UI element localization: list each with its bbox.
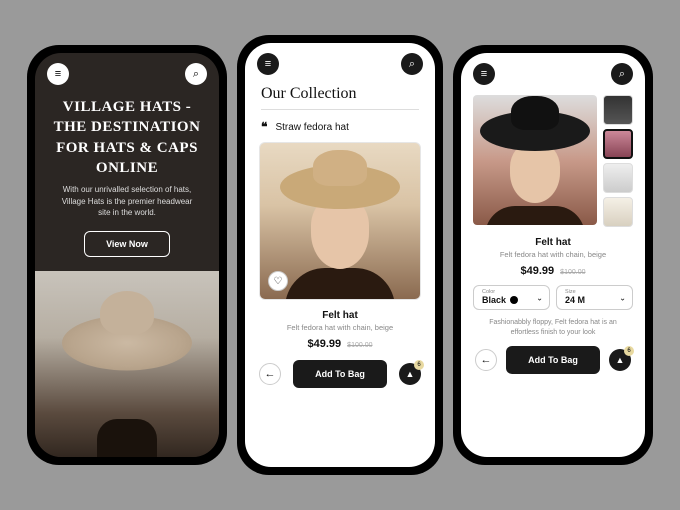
search-button[interactable]: ⌕: [611, 63, 633, 85]
product-card[interactable]: ♡: [259, 142, 421, 300]
detail-screen: ≡ ⌕ Felt hat Felt fedora hat with chain,…: [461, 53, 645, 457]
collection-heading: Our Collection: [245, 81, 435, 109]
menu-button[interactable]: ≡: [473, 63, 495, 85]
search-icon: ⌕: [619, 68, 625, 81]
color-swatch: [510, 296, 518, 304]
search-button[interactable]: ⌕: [185, 63, 207, 85]
bag-button[interactable]: ▲ 6: [609, 349, 631, 371]
bag-count-badge: 6: [414, 360, 424, 370]
search-icon: ⌕: [193, 68, 199, 81]
color-value: Black: [482, 295, 506, 305]
quote-icon: ❝: [261, 120, 267, 134]
phone-collection: ≡ ⌕ Our Collection ❝ Straw fedora hat ♡ …: [237, 35, 443, 475]
search-icon: ⌕: [409, 58, 415, 71]
arrow-left-icon: ←: [265, 368, 276, 380]
thumbnail-1[interactable]: [603, 95, 633, 125]
product-old-price: $100.00: [347, 342, 372, 349]
view-now-button[interactable]: View Now: [84, 231, 170, 257]
add-to-bag-button[interactable]: Add To Bag: [506, 346, 600, 374]
color-select[interactable]: Color Black ⌄: [473, 285, 550, 310]
breadcrumb[interactable]: ❝ Straw fedora hat: [245, 120, 435, 142]
chevron-down-icon: ⌄: [619, 293, 626, 302]
detail-main-image[interactable]: [473, 95, 597, 225]
divider: [261, 109, 419, 110]
product-name: Felt hat: [245, 310, 435, 321]
hero-image: [35, 271, 219, 457]
phone-home: ≡ ⌕ VILLAGE HATS - THE DESTINATION FOR H…: [27, 45, 227, 465]
product-price: $49.99: [521, 265, 555, 277]
back-button[interactable]: ←: [475, 349, 497, 371]
thumbnail-2[interactable]: [603, 129, 633, 159]
search-button[interactable]: ⌕: [401, 53, 423, 75]
price-row: $49.99 $100.00: [245, 338, 435, 350]
thumbnail-3[interactable]: [603, 163, 633, 193]
back-button[interactable]: ←: [259, 363, 281, 385]
product-desc: Felt fedora hat with chain, beige: [245, 323, 435, 332]
menu-button[interactable]: ≡: [257, 53, 279, 75]
product-image: ♡: [259, 142, 421, 300]
thumbnail-list: [603, 95, 633, 227]
hero-subtitle: With our unrivalled selection of hats, V…: [35, 184, 219, 219]
product-blurb: Fashionabbly floppy, Felt fedora hat is …: [461, 310, 645, 338]
chevron-down-icon: ⌄: [536, 293, 543, 302]
heart-icon: ♡: [274, 276, 283, 287]
product-name: Felt hat: [461, 237, 645, 248]
menu-icon: ≡: [55, 68, 61, 80]
collection-screen: ≡ ⌕ Our Collection ❝ Straw fedora hat ♡ …: [245, 43, 435, 467]
price-row: $49.99 $100.00: [461, 265, 645, 277]
home-screen: ≡ ⌕ VILLAGE HATS - THE DESTINATION FOR H…: [35, 53, 219, 457]
size-select[interactable]: Size 24 M ⌄: [556, 285, 633, 310]
menu-icon: ≡: [265, 58, 271, 70]
product-price: $49.99: [308, 338, 342, 350]
product-desc: Felt fedora hat with chain, beige: [461, 250, 645, 259]
bag-button[interactable]: ▲ 6: [399, 363, 421, 385]
bag-icon: ▲: [616, 355, 625, 365]
menu-icon: ≡: [481, 68, 487, 80]
breadcrumb-label: Straw fedora hat: [275, 122, 348, 133]
size-value: 24 M: [565, 295, 585, 305]
thumbnail-4[interactable]: [603, 197, 633, 227]
hero-title: VILLAGE HATS - THE DESTINATION FOR HATS …: [35, 91, 219, 184]
arrow-left-icon: ←: [481, 354, 492, 366]
product-old-price: $100.00: [560, 269, 585, 276]
phone-detail: ≡ ⌕ Felt hat Felt fedora hat with chain,…: [453, 45, 653, 465]
menu-button[interactable]: ≡: [47, 63, 69, 85]
bag-icon: ▲: [406, 369, 415, 379]
favorite-button[interactable]: ♡: [268, 271, 288, 291]
bag-count-badge: 6: [624, 346, 634, 356]
add-to-bag-button[interactable]: Add To Bag: [293, 360, 387, 388]
